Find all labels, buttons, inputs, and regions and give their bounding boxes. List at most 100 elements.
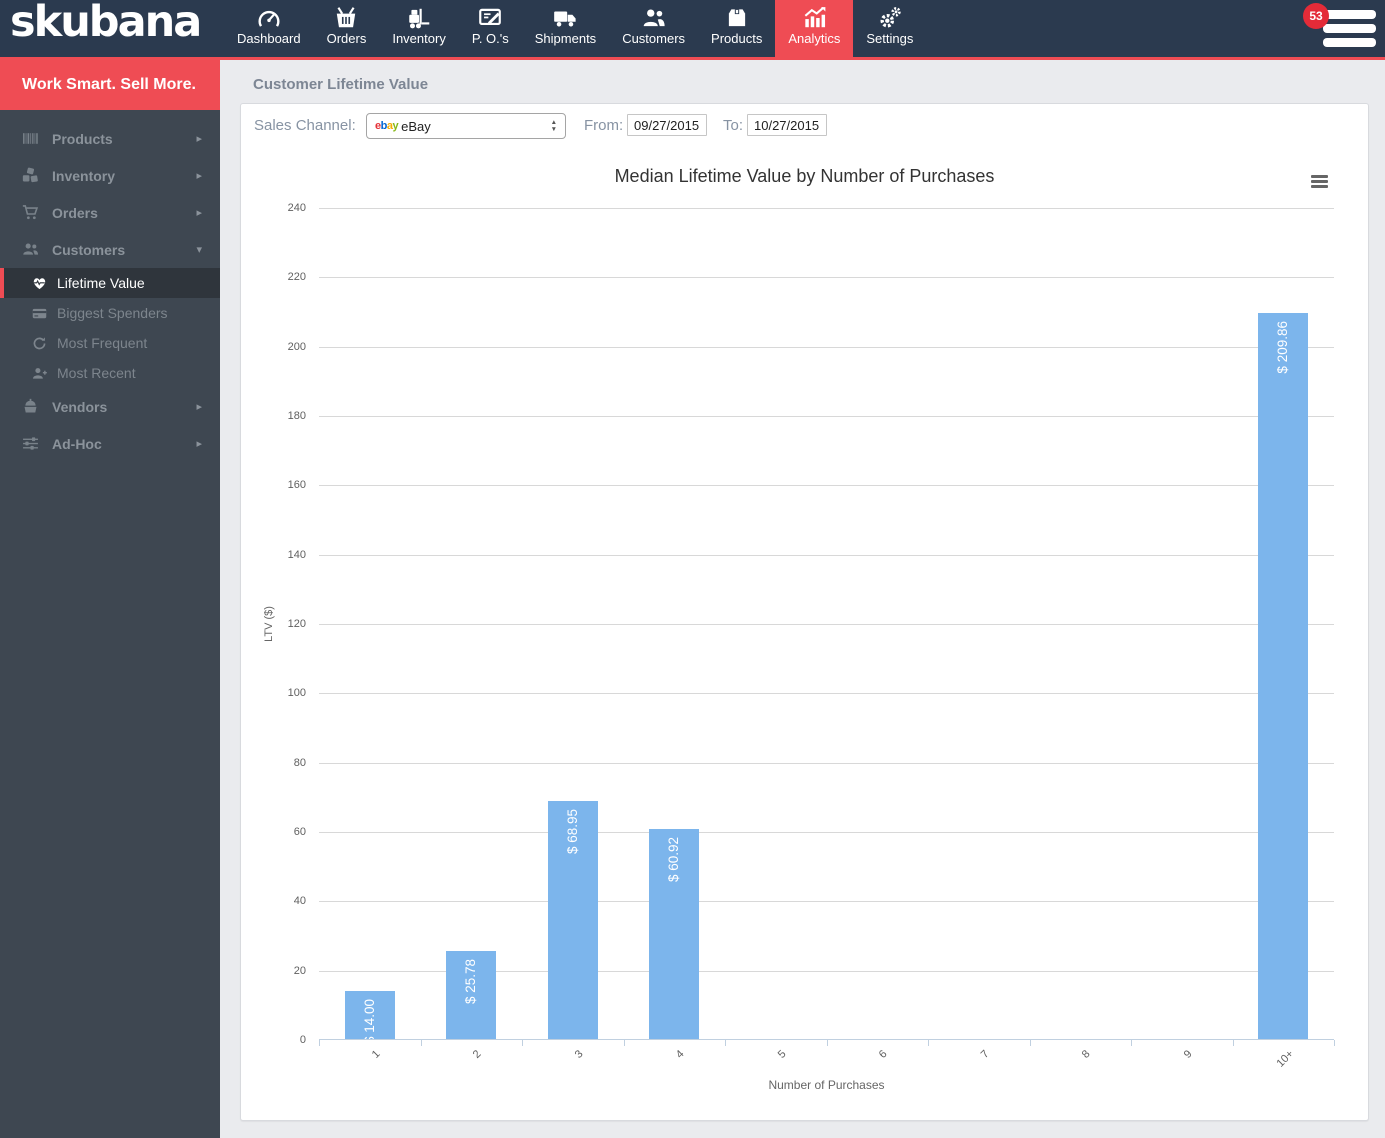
heart-pulse-icon [32, 276, 47, 291]
gridline [319, 277, 1334, 279]
bar: $ 60.92 [649, 828, 700, 1040]
chevron-right-icon: ▸ [196, 401, 202, 413]
nav-item-pos[interactable]: P. O.'s [459, 0, 522, 57]
notification-badge: 53 [1303, 3, 1329, 29]
sidebar-item-most-recent[interactable]: Most Recent [0, 358, 220, 388]
sales-channel-label: Sales Channel: [254, 117, 356, 134]
x-axis-tick [522, 1040, 523, 1046]
sidebar-item-most-frequent[interactable]: Most Frequent [0, 328, 220, 358]
x-axis-tick [420, 1040, 422, 1046]
to-date-input[interactable] [747, 114, 827, 136]
barcode-icon [22, 130, 39, 147]
page-title: Customer Lifetime Value [253, 76, 429, 93]
gridline [319, 208, 1334, 209]
main-menu-button[interactable]: 53 [1303, 3, 1376, 49]
sidebar-item-label: Vendors [52, 398, 108, 415]
users-icon [22, 241, 39, 258]
bar: $ 25.78 [446, 950, 497, 1040]
sidebar-item-label: Lifetime Value [57, 275, 145, 291]
nav-item-label: Analytics [788, 31, 841, 46]
gridline [319, 901, 1334, 903]
nav-item-label: Products [711, 31, 763, 46]
to-label: To: [723, 117, 744, 134]
gridline [319, 762, 1334, 764]
sidebar-item-label: Products [52, 130, 113, 147]
sliders-icon [22, 435, 39, 452]
nav-item-label: Orders [326, 31, 367, 46]
gridline [319, 624, 1334, 625]
x-axis-tick [1131, 1040, 1132, 1046]
users-icon [641, 4, 667, 31]
tagline-banner: Work Smart. Sell More. [0, 60, 220, 110]
nav-item-shipments[interactable]: Shipments [522, 0, 609, 57]
gridline [319, 554, 1334, 556]
x-axis-tick [319, 1040, 320, 1046]
user-plus-icon [32, 366, 47, 381]
bar-value-label: $ 60.92 [666, 836, 682, 882]
gridline [319, 832, 1334, 833]
bar: $ 209.86 [1258, 312, 1309, 1040]
from-date-input[interactable] [627, 114, 707, 136]
y-axis-tick-label: 20 [293, 964, 306, 977]
y-axis-tick-label: 240 [287, 202, 306, 214]
nav-item-label: Settings [866, 31, 914, 46]
y-axis-tick-label: 40 [293, 895, 306, 908]
package-icon [724, 4, 750, 31]
sidebar-item-label: Most Frequent [57, 335, 148, 351]
bar-value-label: $ 25.78 [463, 958, 479, 1004]
cart-icon [22, 204, 39, 221]
sidebar-item-adhoc[interactable]: Ad-Hoc ▸ [0, 425, 220, 462]
x-axis-tick-label: 2 [470, 1048, 484, 1061]
sidebar-item-products[interactable]: Products ▸ [0, 120, 220, 157]
nav-item-label: Shipments [534, 31, 597, 46]
y-axis-tick-label: 220 [287, 271, 306, 284]
gridline [319, 346, 1334, 348]
sidebar-item-orders[interactable]: Orders ▸ [0, 194, 220, 231]
x-axis-tick [826, 1040, 828, 1046]
y-axis-tick-label: 200 [287, 340, 306, 353]
nav-item-settings[interactable]: Settings [853, 0, 926, 57]
sales-channel-select[interactable]: ebay eBay ▲ ▼ [366, 113, 566, 139]
nav-item-inventory[interactable]: Inventory [379, 0, 458, 57]
basket-icon [333, 4, 359, 31]
x-axis-tick-label: 1 [369, 1048, 383, 1061]
ship-icon [22, 398, 39, 415]
gridline [319, 485, 1334, 487]
top-nav: skubana Dashboard Orders Inventory P. O.… [0, 0, 1385, 60]
hamburger-icon [1323, 10, 1376, 47]
x-axis-tick-label: 10+ [1274, 1048, 1296, 1070]
gridline [319, 416, 1334, 417]
y-axis-tick-label: 60 [293, 826, 306, 838]
x-axis-tick [1232, 1040, 1234, 1046]
gauge-icon [256, 4, 282, 31]
nav-item-products[interactable]: Products [698, 0, 775, 57]
y-axis-tick-label: 120 [287, 618, 306, 630]
sidebar-item-biggest-spenders[interactable]: Biggest Spenders [0, 298, 220, 328]
sidebar-item-vendors[interactable]: Vendors ▸ [0, 388, 220, 425]
nav-item-customers[interactable]: Customers [609, 0, 698, 57]
brand-logo[interactable]: skubana [10, 0, 202, 47]
chevron-down-icon: ▾ [196, 244, 202, 256]
x-axis-tick [725, 1040, 726, 1046]
y-axis-tick-label: 80 [293, 756, 306, 769]
sidebar-item-lifetime-value[interactable]: Lifetime Value [0, 268, 220, 298]
x-axis-tick-label: 7 [978, 1048, 992, 1061]
bar-chart-icon [801, 4, 827, 31]
sidebar-item-inventory[interactable]: Inventory ▸ [0, 157, 220, 194]
x-axis-tick-label: 4 [673, 1048, 687, 1061]
sidebar-item-label: Inventory [52, 167, 116, 184]
nav-item-label: Dashboard [237, 31, 301, 46]
from-label: From: [584, 117, 624, 134]
truck-icon [552, 4, 578, 31]
sidebar-item-label: Customers [52, 241, 126, 258]
nav-item-label: Inventory [392, 31, 446, 46]
nav-item-dashboard[interactable]: Dashboard [224, 0, 314, 57]
nav-item-label: P. O.'s [471, 31, 509, 46]
nav-item-analytics[interactable]: Analytics [775, 0, 854, 57]
nav-item-orders[interactable]: Orders [314, 0, 380, 57]
chevron-right-icon: ▸ [196, 207, 202, 219]
sidebar-item-customers[interactable]: Customers ▾ [0, 231, 220, 268]
gears-icon [877, 4, 903, 31]
y-axis-tick-label: 160 [287, 479, 306, 492]
chart-menu-button[interactable] [1309, 173, 1330, 192]
